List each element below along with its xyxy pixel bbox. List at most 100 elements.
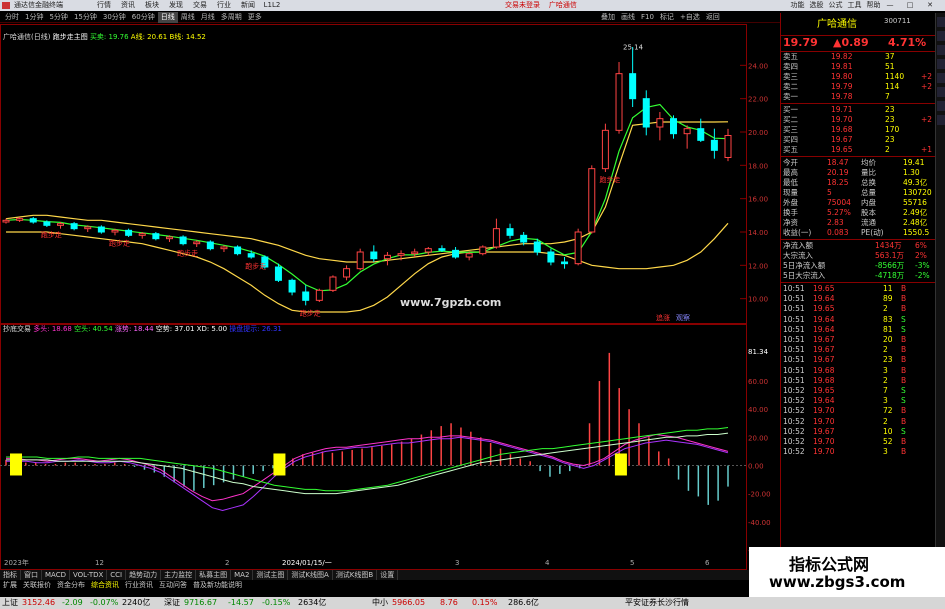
info-tab[interactable]: 普及新功能说明 [190,580,245,590]
mark-button[interactable]: 标记 [657,12,677,23]
menu-item[interactable]: 行情 [92,0,116,11]
indicator-tab[interactable]: 测试K线图B [333,570,378,580]
cell: 19.68 [813,365,835,375]
sidebar-icon[interactable] [937,31,945,41]
info-tab[interactable]: 关联报价 [20,580,54,590]
cell: 5 [827,188,832,197]
menu-item[interactable]: 行业 [212,0,236,11]
menu-item[interactable]: L1L2 [260,0,284,11]
indicator-tab[interactable]: 趋势动力 [126,570,162,580]
period-tab[interactable]: 15分钟 [71,12,100,23]
cell: 19.64 [813,314,835,324]
menu-item[interactable]: 发现 [164,0,188,11]
b-line-value: B线: 14.52 [169,33,206,41]
add-watchlist-button[interactable]: +自选 [677,12,703,23]
menu-item[interactable]: 选股 [807,0,826,11]
cell: 52 [883,437,893,446]
chase-label: 追涨 [656,313,670,322]
draw-button[interactable]: 画线 [618,12,638,23]
back-button[interactable]: 返回 [703,12,723,23]
overlay-button[interactable]: 叠加 [598,12,618,23]
sidebar-icon[interactable] [937,73,945,83]
period-tab[interactable]: 60分钟 [129,12,158,23]
sidebar-icon[interactable] [937,115,945,125]
indicator-tab[interactable]: VOL-TDX [70,570,108,580]
candle-body [452,249,460,258]
sub-y-tick-label: -20.00 [748,491,771,499]
cell: 大宗流入 [783,251,813,260]
menu-item[interactable]: 工具 [845,0,864,11]
cell: 23 [885,115,895,124]
period-tab[interactable]: 月线 [198,12,218,23]
cell: 净资 [783,218,798,227]
info-tab[interactable]: 互动问答 [156,580,190,590]
period-tab[interactable]: 周线 [178,12,198,23]
period-tab[interactable]: 30分钟 [100,12,129,23]
period-tab[interactable]: 分时 [2,12,22,23]
app-title: 通达信金融终端 [14,1,63,9]
cell: 19.65 [813,304,835,314]
sub-y-tick-label: 81.34 [748,348,769,356]
info-tab[interactable]: 扩展 [0,580,20,590]
sub-y-tick-label: 60.00 [748,378,768,386]
candle-body [329,276,337,291]
candle-body [29,218,37,223]
cell: 10:51 [783,314,805,324]
info-tab[interactable]: 综合资讯 [88,580,122,590]
period-tab[interactable]: 日线 [157,12,178,23]
close-button[interactable]: ✕ [920,0,940,11]
indicator-tab[interactable]: 主力监控 [161,570,197,580]
sidebar-icon[interactable] [937,101,945,111]
sub-indicator-value: XD: 5.00 [194,325,228,333]
menu-item[interactable]: 新闻 [236,0,260,11]
indicator-tab[interactable]: 指标 [0,570,21,580]
cell: 买一 [783,105,798,114]
indicator-tab[interactable]: MACD [42,570,70,580]
menu-item[interactable]: 板块 [140,0,164,11]
cell: 5.27% [827,208,851,217]
sidebar-icon[interactable] [937,17,945,27]
sidebar-icon[interactable] [937,87,945,97]
cell: 最高 [783,168,798,177]
indicator-tab[interactable]: CCI [107,570,127,580]
menu-item[interactable]: 功能 [788,0,807,11]
menu-item[interactable]: 公式 [826,0,845,11]
zx-label: 中小 [372,598,388,607]
indicator-tab[interactable]: 窗口 [21,570,42,580]
cell: 19.67 [813,345,835,355]
trade-tick-row: 10:52 19.65 7 S [783,386,933,396]
sidebar-icon[interactable] [937,45,945,55]
indicator-tab[interactable]: 私募主图 [196,570,232,580]
trade-login-link[interactable]: 交易未登录 广哈通信 [505,0,577,11]
minimize-button[interactable]: — [880,0,900,11]
maximize-button[interactable]: □ [900,0,920,11]
period-tab[interactable]: 更多 [245,12,265,23]
cell: 19.67 [831,135,853,144]
sub-indicator-name: 抄底交易 [3,325,31,333]
period-tab[interactable]: 5分钟 [46,12,70,23]
period-tab[interactable]: 1分钟 [22,12,46,23]
menu-item[interactable]: 资讯 [116,0,140,11]
info-tab[interactable]: 资金分布 [54,580,88,590]
candle-body [220,246,228,250]
f10-button[interactable]: F10 [638,12,657,23]
period-tab[interactable]: 多周期 [218,12,245,23]
candle-body [193,241,201,245]
sub-y-tick-label: 20.00 [748,434,768,442]
indicator-tab[interactable]: 测试主图 [253,570,289,580]
trend-line [5,103,729,292]
menu-item[interactable]: 交易 [188,0,212,11]
indicator-tab[interactable]: 测试K线图A [288,570,333,580]
x-axis-label: 6 [705,559,710,567]
indicator-tab[interactable]: 设置 [377,570,399,580]
cell: S [901,396,906,406]
info-tab[interactable]: 行业资讯 [122,580,156,590]
sidebar-icon[interactable] [937,59,945,69]
y-tick-label: 18.00 [748,162,768,170]
app-logo-icon [2,2,10,9]
period-tabs: 分时 1分钟 5分钟 15分钟 30分钟 60分钟 日线 周线 月线 多周期 更多 [2,12,265,23]
kline-chart[interactable]: 24.0022.0020.0018.0016.0014.0012.0010.00… [0,24,780,570]
indicator-tab[interactable]: MA2 [231,570,254,580]
indicator-name: 跑步走主图 [52,33,88,41]
candle-body [424,248,432,253]
